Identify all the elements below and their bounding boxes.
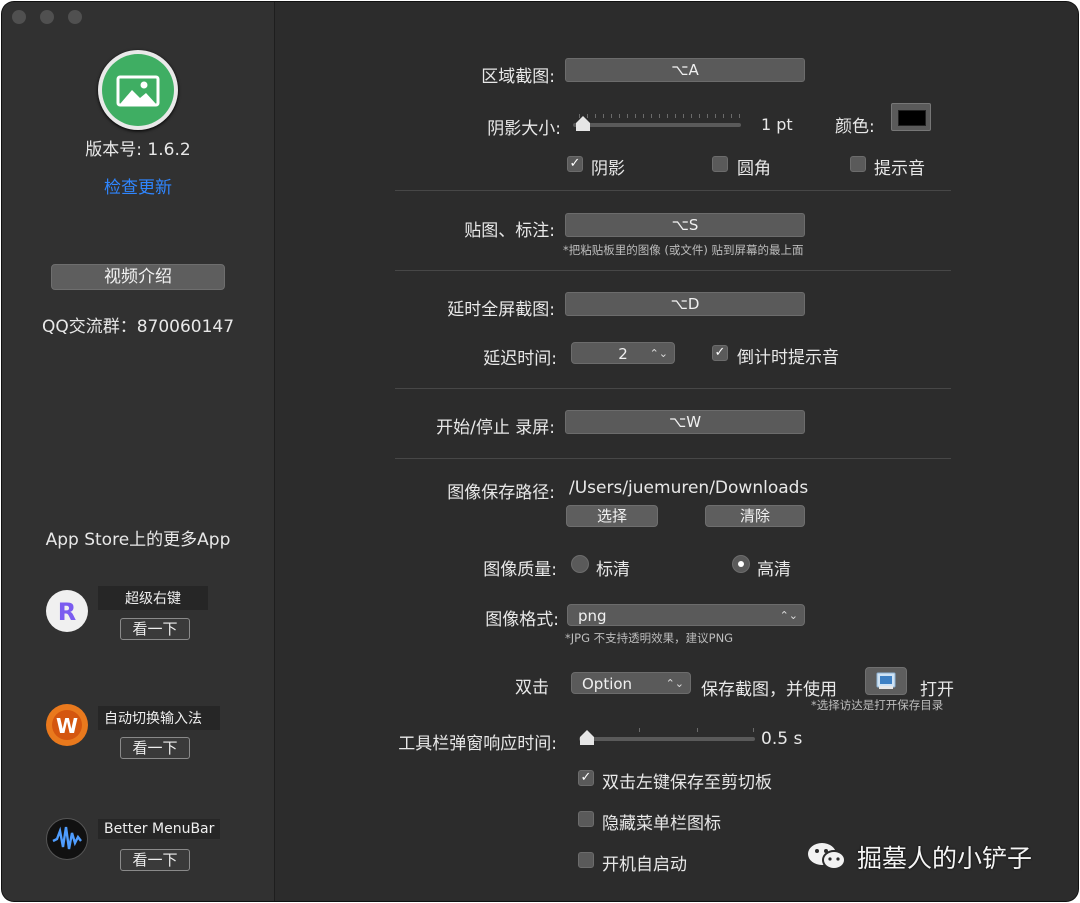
letter-w-icon: W	[52, 710, 82, 740]
auto-input-switch-app-icon[interactable]: W	[46, 704, 88, 746]
hide-menubar-icon-label: 隐藏菜单栏图标	[602, 814, 721, 834]
double-click-key-value: Option	[582, 675, 633, 693]
quality-hd-radio[interactable]	[732, 555, 750, 573]
select-arrows-icon: ⌃⌄	[779, 609, 798, 622]
round-corner-checkbox[interactable]	[712, 156, 728, 172]
shadow-checkbox-label: 阴影	[591, 159, 625, 179]
waveform-icon	[52, 826, 82, 850]
better-menubar-app-icon[interactable]	[46, 818, 88, 860]
look-button-3[interactable]: 看一下	[120, 849, 190, 871]
app-name-2: 自动切换输入法	[98, 706, 220, 730]
image-quality-label: 图像质量:	[483, 560, 557, 580]
delay-time-label: 延迟时间:	[483, 349, 557, 369]
image-format-select[interactable]: png ⌃⌄	[567, 604, 805, 626]
minimize-window-button[interactable]	[40, 10, 54, 24]
separator-1	[395, 190, 951, 191]
image-format-label: 图像格式:	[485, 610, 559, 630]
delay-screenshot-label: 延时全屏截图:	[447, 300, 555, 320]
look-button-1[interactable]: 看一下	[120, 618, 190, 640]
round-corner-checkbox-label: 圆角	[737, 159, 771, 179]
preferences-window: 版本号: 1.6.2 检查更新 视频介绍 QQ交流群：870060147 App…	[2, 2, 1078, 901]
sidebar: 版本号: 1.6.2 检查更新 视频介绍 QQ交流群：870060147 App…	[2, 2, 275, 901]
toolbar-response-slider-track[interactable]	[579, 737, 755, 741]
save-path-label: 图像保存路径:	[447, 483, 555, 503]
app-name-3: Better MenuBar	[98, 819, 221, 839]
color-label: 颜色:	[835, 117, 875, 137]
sound-checkbox[interactable]	[850, 156, 866, 172]
stepper-arrows-icon: ⌃⌄	[649, 347, 668, 360]
svg-text:R: R	[58, 598, 76, 626]
watermark-text: 掘墓人的小铲子	[857, 844, 1033, 873]
more-apps-title: App Store上的更多App	[45, 530, 231, 550]
choose-path-button[interactable]: 选择	[566, 505, 658, 527]
toolbar-response-value: 0.5 s	[761, 729, 803, 749]
qq-group-label: QQ交流群：870060147	[41, 317, 235, 337]
shadow-size-value: 1 pt	[761, 115, 793, 134]
autostart-label: 开机自启动	[602, 855, 687, 875]
letter-r-icon: R	[58, 598, 76, 626]
video-intro-button[interactable]: 视频介绍	[51, 264, 225, 290]
record-label: 开始/停止 录屏:	[436, 418, 555, 438]
zoom-window-button[interactable]	[68, 10, 82, 24]
select-arrows-icon: ⌃⌄	[665, 677, 684, 690]
clear-path-button[interactable]: 清除	[705, 505, 805, 527]
image-format-hint: *JPG 不支持透明效果，建议PNG	[565, 631, 734, 645]
hide-menubar-icon-checkbox[interactable]	[578, 811, 594, 827]
toolbar-response-label: 工具栏弹窗响应时间:	[398, 734, 557, 754]
record-shortcut-field[interactable]: ⌥W	[565, 410, 805, 434]
delay-time-value: 2	[618, 345, 628, 363]
settings-panel: 区域截图: ⌥A 阴影大小: 1 pt 颜色: ✓ 阴影 圆角 提示音 贴图、标…	[275, 2, 1078, 901]
separator-3	[395, 388, 951, 389]
region-shortcut-field[interactable]: ⌥A	[565, 58, 805, 82]
app-picker-button[interactable]	[865, 667, 907, 695]
toolbar-response-slider-knob[interactable]	[578, 729, 596, 747]
quality-sd-radio[interactable]	[571, 555, 589, 573]
color-well[interactable]	[891, 103, 931, 131]
countdown-sound-checkbox[interactable]: ✓	[712, 345, 728, 361]
look-button-2[interactable]: 看一下	[120, 737, 190, 759]
shadow-size-slider-track[interactable]	[573, 123, 741, 127]
separator-2	[395, 270, 951, 271]
double-click-label: 双击	[515, 678, 549, 698]
save-path-value: /Users/juemuren/Downloads	[569, 478, 809, 498]
pin-hint: *把粘贴板里的图像 (或文件) 贴到屏幕的最上面	[563, 243, 804, 257]
super-right-click-app-icon[interactable]: R	[46, 590, 88, 632]
preview-app-icon	[876, 672, 896, 689]
countdown-sound-label: 倒计时提示音	[737, 348, 839, 368]
app-icon	[98, 50, 178, 130]
color-swatch	[898, 110, 926, 126]
sound-checkbox-label: 提示音	[874, 159, 925, 179]
version-label: 版本号: 1.6.2	[85, 140, 191, 160]
shadow-size-slider-knob[interactable]	[574, 115, 592, 133]
double-click-key-select[interactable]: Option ⌃⌄	[571, 672, 691, 694]
close-window-button[interactable]	[12, 10, 26, 24]
delay-time-stepper[interactable]: 2 ⌃⌄	[571, 342, 675, 364]
pin-annotate-label: 贴图、标注:	[464, 221, 555, 241]
pin-shortcut-field[interactable]: ⌥S	[565, 213, 805, 237]
picture-icon	[116, 75, 160, 107]
svg-text:W: W	[56, 714, 78, 738]
shadow-size-label: 阴影大小:	[487, 119, 561, 139]
delay-shortcut-field[interactable]: ⌥D	[565, 292, 805, 316]
autostart-checkbox[interactable]	[578, 852, 594, 868]
wechat-icon	[808, 843, 846, 870]
dblclick-clipboard-label: 双击左键保存至剪切板	[602, 773, 772, 793]
image-format-value: png	[578, 607, 607, 625]
dblclick-clipboard-checkbox[interactable]: ✓	[578, 770, 594, 786]
separator-4	[395, 458, 951, 459]
app-name-1: 超级右键	[98, 586, 208, 610]
double-click-hint: *选择访达是打开保存目录	[811, 698, 944, 712]
region-screenshot-label: 区域截图:	[481, 67, 555, 87]
quality-sd-label: 标清	[596, 560, 630, 580]
shadow-checkbox[interactable]: ✓	[567, 156, 583, 172]
check-update-link[interactable]: 检查更新	[2, 173, 274, 198]
quality-hd-label: 高清	[757, 560, 791, 580]
